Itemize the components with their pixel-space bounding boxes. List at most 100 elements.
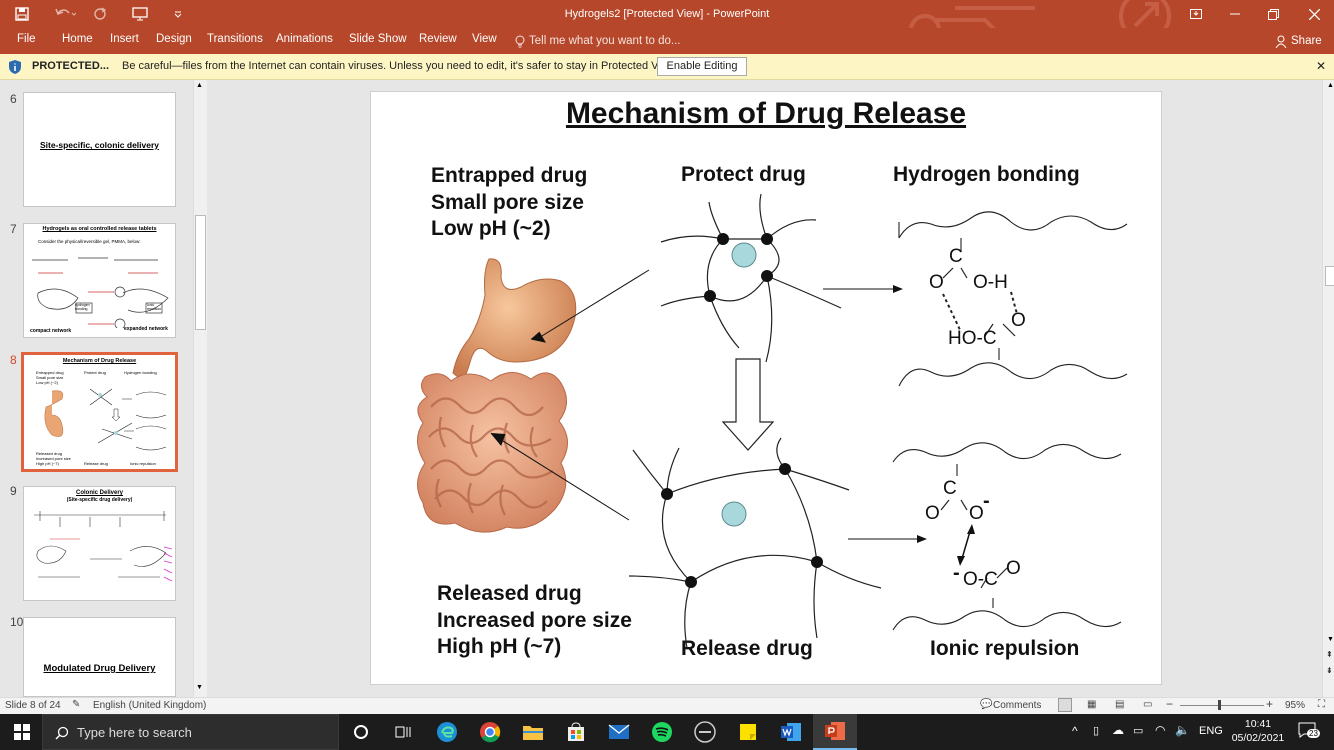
thumbnail-slide-6[interactable]: Site-specific, colonic delivery [23, 92, 176, 207]
ribbon-display-options-icon[interactable] [1182, 0, 1210, 28]
tell-me-box[interactable]: Tell me what you want to do... [515, 28, 681, 54]
close-icon[interactable] [1300, 0, 1328, 28]
onedrive-icon[interactable]: ☁ [1112, 723, 1124, 737]
person-icon [1275, 35, 1287, 48]
volume-icon[interactable]: 🔈 [1175, 723, 1190, 737]
slide-show-icon[interactable]: ▭ [1143, 699, 1152, 710]
spelling-icon[interactable]: ✎ [72, 699, 80, 710]
spotify-icon[interactable] [648, 718, 676, 746]
microsoft-store-icon[interactable] [562, 718, 590, 746]
chrome-icon[interactable] [476, 718, 504, 746]
ribbon-tabs: File Home Insert Design Transitions Anim… [0, 28, 1334, 54]
chem-label: O [929, 272, 944, 293]
reading-view-icon[interactable]: ▤ [1115, 699, 1124, 710]
protected-message: Be careful—files from the Internet can c… [122, 60, 678, 72]
tab-animations[interactable]: Animations [276, 28, 333, 54]
language-indicator[interactable]: English (United Kingdom) [93, 700, 206, 711]
save-icon[interactable] [8, 0, 36, 28]
scroll-down-icon[interactable]: ▼ [1327, 636, 1334, 643]
next-slide-icon[interactable]: ⇟ [1326, 666, 1333, 675]
protected-view-bar: PROTECTED... Be careful—files from the I… [0, 54, 1334, 80]
tab-file[interactable]: File [17, 28, 36, 54]
thumbnail-scrollbar[interactable]: ▲ ▼ [193, 80, 207, 697]
phone-link-icon[interactable]: ▯ [1093, 724, 1099, 737]
notifications-icon[interactable]: 23 [1298, 722, 1320, 742]
shield-info-icon [9, 60, 21, 74]
scrollbar-thumb[interactable] [195, 215, 206, 330]
task-view-icon[interactable] [389, 718, 417, 746]
zoom-in-icon[interactable]: + [1266, 697, 1273, 711]
share-button[interactable]: Share [1275, 28, 1322, 54]
previous-slide-icon[interactable]: ⇞ [1326, 650, 1333, 659]
thumb-label: expanded network [124, 326, 168, 332]
notification-count: 23 [1307, 729, 1320, 738]
minimize-icon[interactable] [1222, 0, 1248, 28]
dell-icon[interactable] [691, 718, 719, 746]
thumbnail-slide-7[interactable]: Hydrogels as oral controlled release tab… [23, 223, 176, 338]
sticky-notes-icon[interactable] [734, 718, 762, 746]
tab-design[interactable]: Design [156, 28, 192, 54]
slide-number: 6 [10, 92, 17, 106]
edge-icon[interactable] [433, 718, 461, 746]
chem-label: O [1006, 558, 1021, 579]
windows-start-icon[interactable] [8, 718, 36, 746]
show-hidden-icons-icon[interactable]: ^ [1072, 724, 1078, 738]
tab-slide-show[interactable]: Slide Show [349, 28, 407, 54]
language-indicator[interactable]: ENG [1199, 725, 1223, 737]
mail-icon[interactable] [605, 718, 633, 746]
thumb-label: compact network [30, 328, 72, 334]
thumb-label: hydrogen bonding [75, 303, 90, 311]
wifi-icon[interactable]: ◠ [1155, 723, 1165, 737]
zoom-slider[interactable] [1180, 700, 1264, 710]
slide-counter: Slide 8 of 24 [5, 700, 61, 711]
chem-label: C [943, 478, 957, 499]
close-bar-icon[interactable]: ✕ [1316, 59, 1326, 73]
restore-icon[interactable] [1260, 0, 1286, 28]
clock-time: 10:41 [1244, 718, 1272, 730]
search-icon [55, 726, 69, 740]
clock[interactable]: 10:41 05/02/2021 [1228, 717, 1288, 745]
tell-me-text: Tell me what you want to do... [529, 35, 681, 47]
customize-toolbar-icon[interactable] [170, 0, 186, 28]
present-from-start-icon[interactable] [128, 0, 152, 28]
slide-sorter-icon[interactable]: ▦ [1087, 699, 1096, 710]
windows-taskbar: Type here to search ^ ▯ ☁ ▭ ◠ 🔈 ENG 10:4… [0, 714, 1334, 750]
thumb-title: Colonic Delivery [75, 490, 123, 496]
redo-icon[interactable] [88, 0, 112, 28]
tab-home[interactable]: Home [62, 28, 93, 54]
search-placeholder: Type here to search [77, 725, 192, 740]
battery-icon[interactable]: ▭ [1133, 724, 1143, 737]
tab-insert[interactable]: Insert [110, 28, 139, 54]
slide-number: 9 [10, 484, 17, 498]
file-explorer-icon[interactable] [519, 718, 547, 746]
status-bar: Slide 8 of 24 ✎ English (United Kingdom)… [0, 697, 1334, 714]
chem-label: - [953, 562, 960, 584]
fit-slide-icon[interactable]: ⛶ [1318, 699, 1325, 710]
word-icon[interactable] [777, 718, 805, 746]
thumbnail-slide-10[interactable]: Modulated Drug Delivery [23, 617, 176, 697]
thumbnail-slide-9[interactable]: Colonic Delivery (Site-specific drug del… [23, 486, 176, 601]
thumbnail-slide-8-selected[interactable]: Mechanism of Drug Release Entrapped drug… [21, 352, 178, 472]
taskbar-search-box[interactable]: Type here to search [42, 714, 339, 750]
scroll-down-icon[interactable]: ▼ [196, 684, 203, 691]
cortana-icon[interactable] [347, 718, 375, 746]
thumb-text: Hydrogen bonding [124, 370, 157, 375]
scroll-up-icon[interactable]: ▲ [196, 82, 203, 89]
enable-editing-button[interactable]: Enable Editing [657, 57, 747, 76]
zoom-level[interactable]: 95% [1285, 700, 1305, 711]
scrollbar-thumb[interactable] [1325, 266, 1334, 286]
zoom-slider-thumb[interactable] [1217, 700, 1221, 710]
tab-view[interactable]: View [472, 28, 497, 54]
thumb-title: Mechanism of Drug Release [62, 358, 137, 364]
scroll-up-icon[interactable]: ▲ [1327, 82, 1334, 89]
tab-transitions[interactable]: Transitions [207, 28, 263, 54]
lightbulb-icon [515, 35, 525, 47]
comments-button[interactable]: Comments [993, 700, 1041, 711]
comments-icon[interactable]: 💬 [980, 699, 992, 710]
editor-scrollbar[interactable]: ▲ ▼ ⇞ ⇟ [1322, 80, 1334, 697]
undo-icon[interactable] [48, 0, 82, 28]
normal-view-icon[interactable] [1058, 698, 1072, 712]
tab-review[interactable]: Review [419, 28, 457, 54]
powerpoint-taskbar-icon[interactable] [813, 714, 857, 750]
zoom-out-icon[interactable]: − [1166, 697, 1173, 711]
